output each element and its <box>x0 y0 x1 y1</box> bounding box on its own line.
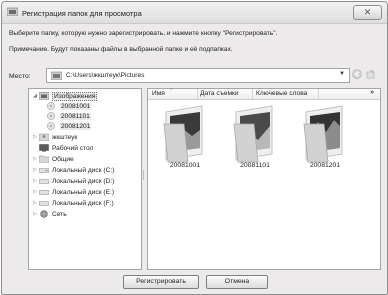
chevron-down-icon[interactable]: ▼ <box>339 71 345 77</box>
disc-icon <box>47 112 55 120</box>
dialog-title: Регистрация папок для просмотра <box>22 9 142 18</box>
pane-splitter-grip[interactable] <box>142 170 145 180</box>
location-label: Место: <box>9 73 31 80</box>
location-combobox[interactable]: C:\Users\жкштеук\Pictures ▼ <box>46 68 350 83</box>
drive-icon <box>39 201 49 206</box>
tree-item-20081101[interactable]: 20081101 <box>47 111 91 121</box>
tree-item-desktop[interactable]: Рабочий стол <box>39 143 93 153</box>
tree-item-label: 20081101 <box>60 112 91 120</box>
location-value: C:\Users\жкштеук\Pictures <box>66 72 145 79</box>
drive-icon <box>39 168 49 173</box>
disc-icon <box>47 102 55 110</box>
tree-item-label: Рабочий стол <box>52 144 94 152</box>
pictures-folder-icon <box>51 71 62 80</box>
pictures-folder-icon <box>7 7 18 16</box>
network-icon <box>40 210 48 218</box>
tree-item-drive-d[interactable]: ▷ Локальный диск (D:) <box>31 176 114 186</box>
title-bar[interactable]: Регистрация папок для просмотра ✕ <box>2 2 387 24</box>
expand-triangle-icon[interactable]: ▷ <box>31 189 39 195</box>
tree-item-label: Локальный диск (D:) <box>52 177 115 185</box>
folder-thumbnail-icon[interactable] <box>232 104 278 164</box>
register-folders-dialog: Регистрация папок для просмотра ✕ Выбери… <box>1 1 388 295</box>
column-date-taken[interactable]: Дата съемки <box>200 90 239 97</box>
column-separator[interactable] <box>197 89 198 99</box>
column-name[interactable]: Имя <box>152 90 165 97</box>
folder-tree[interactable]: ◢ Изображения 20081001 20081101 20081201… <box>28 88 142 270</box>
expand-triangle-icon[interactable]: ▷ <box>31 167 39 173</box>
folder-thumbnail-icon[interactable] <box>162 104 208 164</box>
tree-item-label: Локальный диск (E:) <box>52 188 115 196</box>
expand-triangle-icon[interactable]: ▷ <box>31 200 39 206</box>
tree-item-pictures[interactable]: ◢ Изображения <box>31 91 98 101</box>
expand-triangle-icon[interactable]: ▷ <box>31 156 39 162</box>
column-separator[interactable] <box>318 89 319 99</box>
tree-item-20081201[interactable]: 20081201 <box>47 121 92 131</box>
expand-triangle-icon[interactable]: ▷ <box>31 178 39 184</box>
expand-triangle-icon[interactable]: ▷ <box>31 211 39 217</box>
instruction-text: Выберите папку, которую нужно зарегистри… <box>9 30 278 37</box>
expand-triangle-icon[interactable]: ▷ <box>31 134 39 140</box>
tree-item-label: Локальный диск (C:) <box>52 166 115 174</box>
drive-icon <box>39 179 49 184</box>
column-header-bar: Имя ^ Дата съемки Ключевые слова » <box>148 88 380 100</box>
desktop-icon <box>39 144 49 152</box>
column-separator[interactable] <box>252 89 253 99</box>
cancel-button[interactable]: Отмена <box>206 275 268 289</box>
folder-name-label[interactable]: 20081101 <box>225 162 285 169</box>
register-button[interactable]: Регистрировать <box>123 275 199 289</box>
note-text: Примечание. Будут показаны файлы в выбра… <box>9 46 233 53</box>
close-icon: ✕ <box>363 7 372 17</box>
tree-item-label: Изображения <box>52 91 98 101</box>
tree-item-label: 20081001 <box>60 102 92 110</box>
pictures-folder-icon <box>39 92 49 100</box>
drive-icon <box>39 190 49 195</box>
more-columns-chevron-icon[interactable]: » <box>370 89 374 96</box>
tree-item-public[interactable]: ▷ Общие <box>31 154 74 164</box>
tree-item-drive-c[interactable]: ▷ Локальный диск (C:) <box>31 165 114 175</box>
expand-triangle-icon[interactable]: ◢ <box>31 93 39 99</box>
column-keywords[interactable]: Ключевые слова <box>256 90 307 97</box>
folder-name-label[interactable]: 20081001 <box>155 162 215 169</box>
tree-item-network[interactable]: ▷ Сеть <box>31 209 67 219</box>
folder-icon <box>39 155 49 163</box>
tree-item-label: 20081201 <box>60 122 92 130</box>
disc-icon <box>47 122 55 130</box>
tree-item-label: Локальный диск (F:) <box>52 199 114 207</box>
sort-up-icon: ^ <box>170 88 173 94</box>
tree-item-20081001[interactable]: 20081001 <box>47 101 92 111</box>
tree-item-drive-e[interactable]: ▷ Локальный диск (E:) <box>31 187 114 197</box>
back-arrow-icon[interactable] <box>352 69 362 79</box>
new-folder-icon[interactable] <box>366 69 376 79</box>
tree-item-label: Общие <box>52 155 74 163</box>
tree-item-user[interactable]: ▷ жкштеук <box>31 132 77 142</box>
user-folder-icon <box>39 133 49 141</box>
folder-thumbnail-icon[interactable] <box>302 104 348 164</box>
tree-item-label: Сеть <box>52 210 67 218</box>
folder-name-label[interactable]: 20081201 <box>295 162 355 169</box>
tree-item-drive-f[interactable]: ▷ Локальный диск (F:) <box>31 198 114 208</box>
folder-contents-view[interactable]: Имя ^ Дата съемки Ключевые слова » 20081… <box>147 88 381 270</box>
tree-item-label: жкштеук <box>52 133 78 141</box>
close-button[interactable]: ✕ <box>353 5 382 20</box>
